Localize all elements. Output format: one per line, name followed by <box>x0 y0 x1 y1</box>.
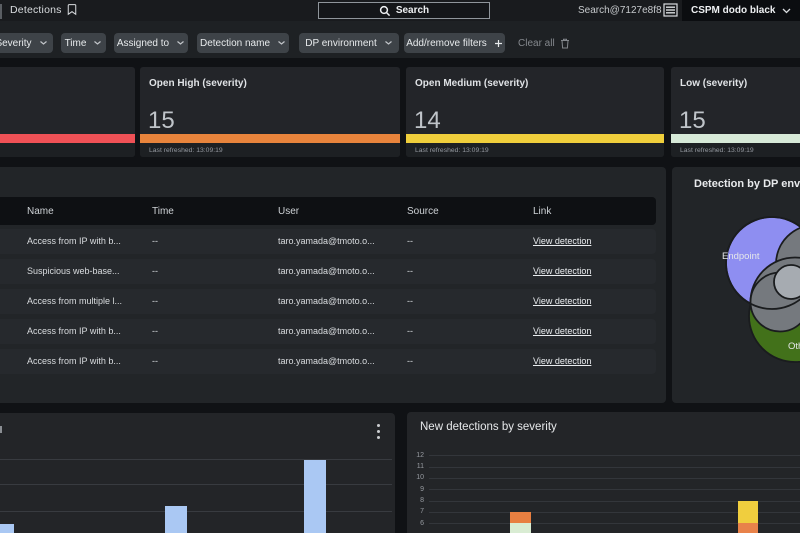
svg-text:Other: Other <box>788 341 800 352</box>
svg-text:Endpoint: Endpoint <box>722 251 760 262</box>
